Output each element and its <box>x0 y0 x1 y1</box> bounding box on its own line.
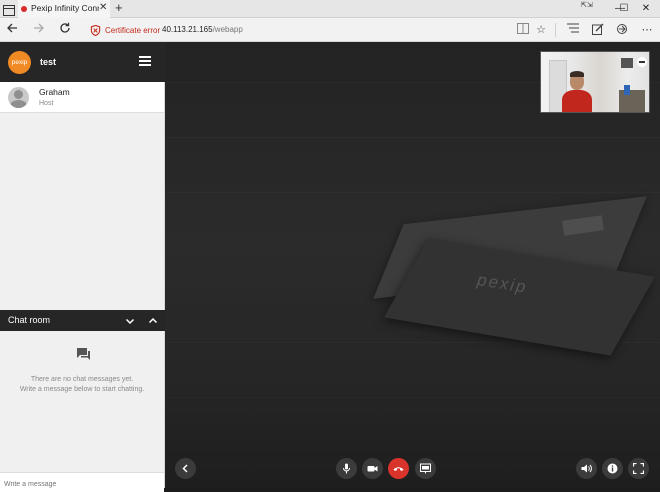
minimize-selfview-icon[interactable] <box>637 57 647 67</box>
empty-chat-line2: Write a message below to start chatting. <box>19 386 145 393</box>
url-path: /webapp <box>212 25 243 34</box>
mute-microphone-button[interactable] <box>336 458 357 479</box>
chat-message-input[interactable] <box>0 477 164 492</box>
tab-list-icon[interactable] <box>3 3 15 16</box>
url-field[interactable]: 40.113.21.165/webapp <box>162 25 243 34</box>
tab-title: Pexip Infinity Conne <box>31 3 99 13</box>
video-stage: pexip <box>165 42 660 488</box>
chat-bubble-icon <box>77 348 90 360</box>
fullscreen-icon <box>633 463 644 474</box>
microphone-icon <box>343 463 350 474</box>
browser-address-bar: Certificate error 40.113.21.165/webapp ☆… <box>0 18 660 42</box>
speaker-icon <box>581 464 592 473</box>
share-icon[interactable] <box>615 23 629 37</box>
shield-warning-icon <box>90 24 101 36</box>
back-arrow-icon[interactable] <box>4 22 20 38</box>
share-screen-button[interactable] <box>415 458 436 479</box>
info-button[interactable] <box>602 458 623 479</box>
sidebar: pexip test Graham Host Chat room There a… <box>0 42 165 492</box>
refresh-icon[interactable] <box>57 22 73 38</box>
participant-name: Graham <box>39 87 70 97</box>
new-tab-button[interactable]: + <box>115 1 123 15</box>
chat-messages-area: There are no chat messages yet. Write a … <box>0 331 164 472</box>
chat-room-header: Chat room <box>0 310 165 331</box>
chevron-left-icon <box>182 464 188 473</box>
empty-chat-line1: There are no chat messages yet. <box>30 376 134 383</box>
recording-dot-icon <box>21 6 27 12</box>
certificate-error-indicator[interactable]: Certificate error <box>90 23 160 37</box>
toggle-sidebar-button[interactable] <box>175 458 196 479</box>
hub-icon[interactable] <box>566 23 580 37</box>
chevron-up-icon[interactable] <box>147 314 159 326</box>
hamburger-menu-icon[interactable] <box>139 56 151 66</box>
volume-button[interactable] <box>576 458 597 479</box>
toggle-camera-button[interactable] <box>362 458 383 479</box>
favorite-star-icon[interactable]: ☆ <box>534 23 548 37</box>
chat-input-wrapper <box>0 472 164 492</box>
url-host: 40.113.21.165 <box>162 25 213 34</box>
sidebar-header: pexip test <box>0 42 165 82</box>
pexip-logo: pexip <box>8 51 31 74</box>
hang-up-button[interactable] <box>388 458 409 479</box>
web-note-icon[interactable] <box>591 23 605 37</box>
fullscreen-button[interactable] <box>628 458 649 479</box>
more-options-icon[interactable]: ⋯ <box>640 23 654 37</box>
tab-close-icon[interactable]: ✕ <box>99 2 107 14</box>
presentation-icon <box>420 463 431 474</box>
chat-room-title: Chat room <box>8 315 51 325</box>
forward-arrow-icon[interactable] <box>31 22 47 38</box>
phone-hangup-icon <box>393 467 404 471</box>
info-icon <box>607 463 618 474</box>
close-window-button[interactable]: ✕ <box>632 0 660 18</box>
self-view-video[interactable] <box>540 51 650 113</box>
participant-role: Host <box>39 100 54 107</box>
video-camera-icon <box>367 466 378 472</box>
avatar <box>8 87 29 108</box>
resize-arrows-icon: ⇱⇲ <box>581 2 593 9</box>
participant-list-item[interactable]: Graham Host <box>0 82 164 113</box>
reading-view-icon[interactable] <box>516 23 530 37</box>
browser-tab[interactable]: Pexip Infinity Conne ✕ <box>18 0 110 18</box>
certificate-error-text: Certificate error <box>105 25 161 35</box>
conference-name: test <box>40 57 57 67</box>
browser-tab-bar: Pexip Infinity Conne ✕ + ⇱⇲ — ☐ ✕ <box>0 0 660 18</box>
chevron-down-icon[interactable] <box>124 314 136 326</box>
toolbar-divider <box>555 23 556 37</box>
